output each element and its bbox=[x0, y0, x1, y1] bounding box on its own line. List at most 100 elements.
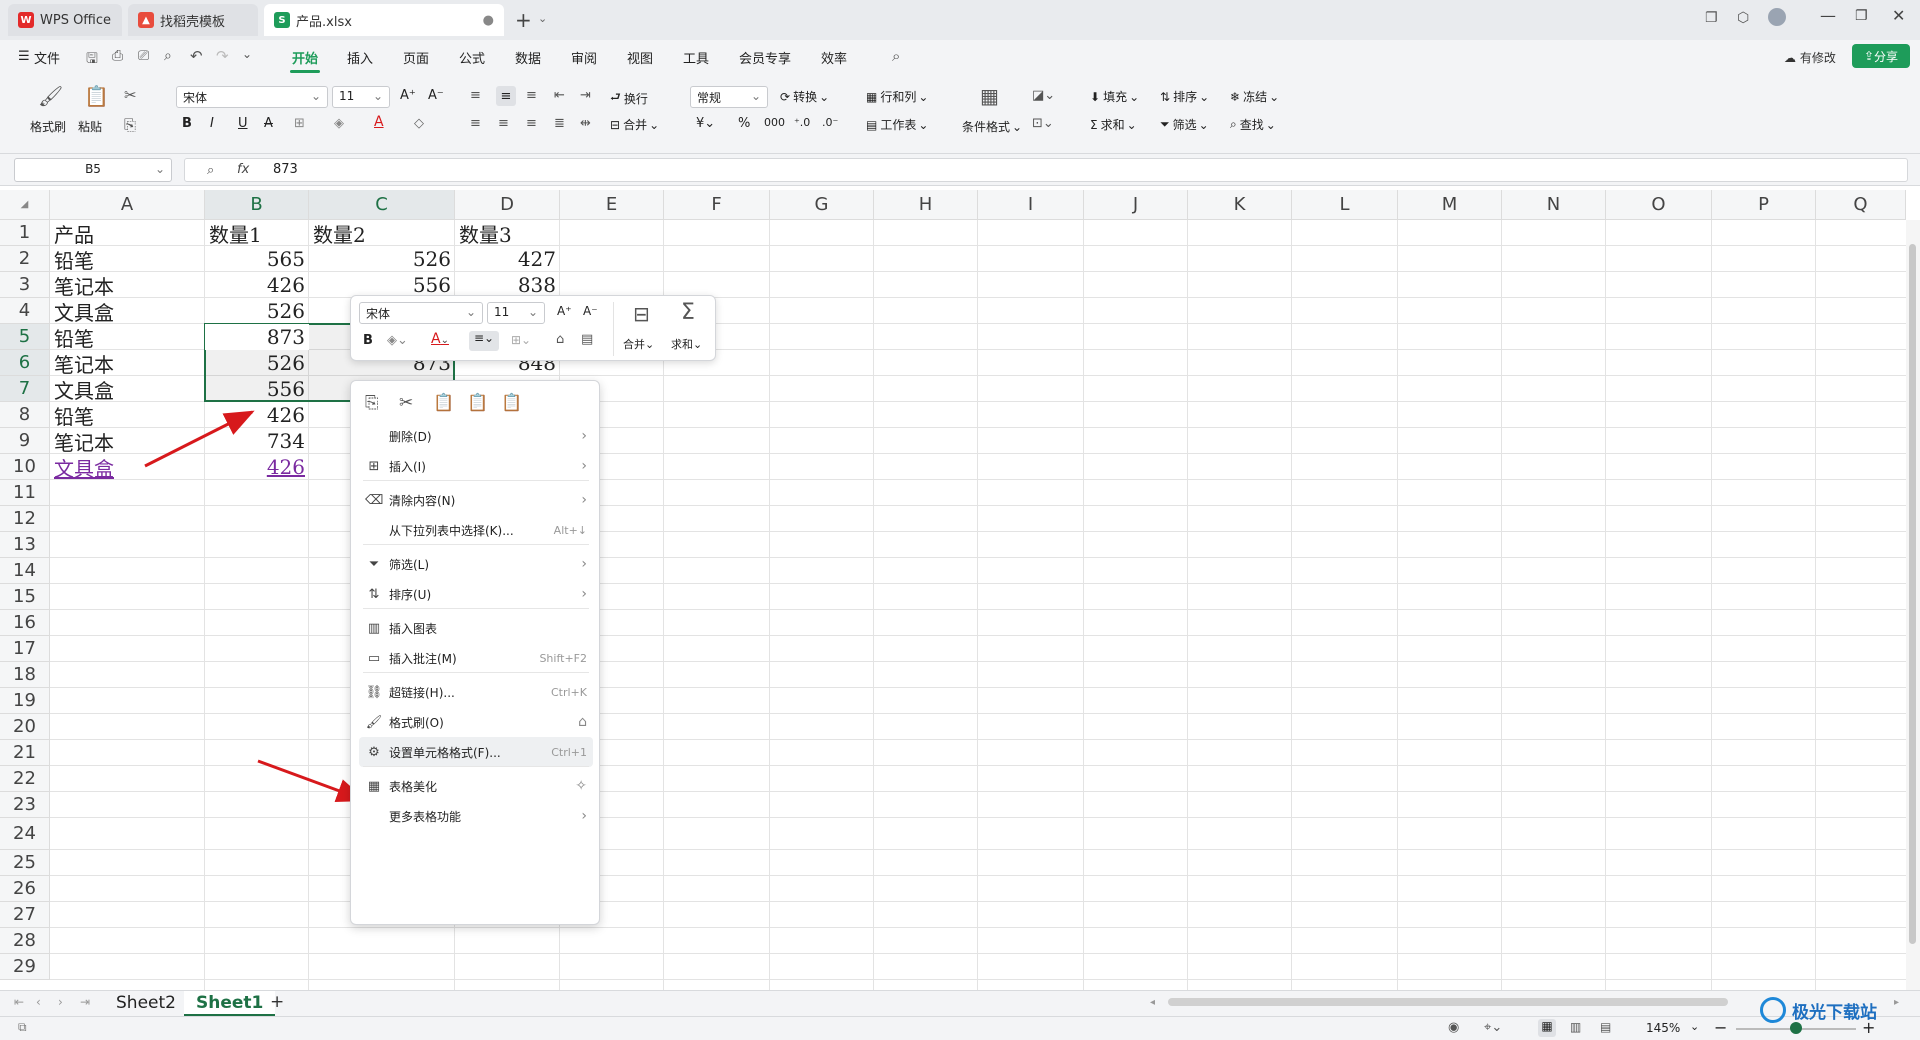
context-menu-label: 超链接(H)... bbox=[389, 685, 455, 700]
context-menu-item[interactable]: ⚙ 设置单元格格式(F)... Ctrl+1 bbox=[359, 737, 593, 767]
ctx-paste-special-icon[interactable]: 📋 bbox=[501, 393, 522, 413]
context-menu-item[interactable]: ⌫ 清除内容(N) › bbox=[359, 485, 593, 515]
mini-wrap-icon[interactable]: ▤ bbox=[581, 332, 593, 347]
context-menu: ⎘ ✂ 📋 📋 📋 删除(D) › ⊞ 插入(I) › ⌫ 清除内容(N) › 从下拉列表中选择… bbox=[350, 380, 600, 925]
ctx-paste-values-icon[interactable]: 📋 bbox=[467, 393, 488, 413]
filter-icon: ⏷ bbox=[368, 556, 380, 572]
mini-increase-font-icon[interactable]: A⁺ bbox=[557, 304, 572, 318]
context-menu-item[interactable]: 删除(D) › bbox=[359, 421, 593, 451]
add-sheet-icon[interactable]: + bbox=[270, 992, 284, 1012]
context-menu-label: 插入(I) bbox=[389, 459, 426, 474]
menu-separator bbox=[363, 480, 589, 481]
mini-decrease-font-icon[interactable]: A⁻ bbox=[583, 304, 598, 318]
chevron-right-icon: › bbox=[581, 808, 587, 824]
mini-border-icon[interactable]: ⊞⌄ bbox=[511, 333, 531, 347]
eye-protect-icon[interactable]: ◉ bbox=[1448, 1020, 1459, 1035]
first-sheet-icon[interactable]: ⇤ bbox=[14, 995, 24, 1009]
ctx-copy-icon[interactable]: ⎘ bbox=[365, 393, 379, 413]
context-menu-item[interactable]: 更多表格功能 › bbox=[359, 801, 593, 831]
sheet-tab-sheet1[interactable]: Sheet1 bbox=[184, 991, 276, 1016]
context-menu-item[interactable]: 🖌 格式刷(O) ⌂ bbox=[359, 707, 593, 737]
mini-font-value: 宋体 bbox=[366, 307, 391, 321]
context-menu-item[interactable]: ⏷ 筛选(L) › bbox=[359, 549, 593, 579]
watermark-logo: 极光下载站 bbox=[1760, 988, 1920, 1032]
menu-separator bbox=[363, 766, 589, 767]
zoom-out-icon[interactable]: − bbox=[1714, 1018, 1727, 1037]
mini-merge-label: 合并 bbox=[623, 338, 645, 351]
sheet-tab-sheet2[interactable]: Sheet2 bbox=[108, 993, 184, 1015]
mini-size-select[interactable]: 11 ⌄ bbox=[487, 302, 545, 324]
mini-align-icon[interactable]: ≡⌄ bbox=[469, 331, 499, 351]
context-menu-item[interactable]: ▦ 表格美化 ✧ bbox=[359, 771, 593, 801]
format-cells-icon: ⚙ bbox=[368, 744, 380, 760]
sort-icon: ⇅ bbox=[368, 586, 380, 602]
annotation-arrows bbox=[144, 410, 367, 802]
chevron-right-icon: › bbox=[581, 586, 587, 602]
mini-merge-button[interactable]: 合并⌄ bbox=[623, 336, 654, 352]
mini-sum-label: 求和 bbox=[671, 338, 693, 351]
chevron-down-icon: ⌄ bbox=[465, 305, 476, 319]
context-menu-label: 插入图表 bbox=[389, 621, 438, 636]
scroll-left-icon[interactable]: ◂ bbox=[1150, 997, 1155, 1008]
mini-sum-button[interactable]: 求和⌄ bbox=[671, 336, 702, 352]
context-menu-item[interactable]: ⛓ 超链接(H)... Ctrl+K bbox=[359, 677, 593, 707]
page-break-icon[interactable]: ▤ bbox=[1600, 1020, 1611, 1034]
chevron-right-icon: › bbox=[581, 492, 587, 508]
shortcut-hint: Shift+F2 bbox=[539, 651, 587, 665]
status-bar: ⧉ ◉ ⌖⌄ ▦ ▥ ▤ 145% ⌄ − + bbox=[0, 1016, 1920, 1040]
menu-separator bbox=[363, 544, 589, 545]
macro-icon[interactable]: ⧉ bbox=[18, 1020, 27, 1035]
context-menu-item[interactable]: ⊞ 插入(I) › bbox=[359, 451, 593, 481]
pin-painter-icon[interactable]: ⌂ bbox=[578, 714, 587, 730]
arrow-to-cell bbox=[144, 410, 255, 468]
context-menu-item[interactable]: ▭ 插入批注(M) Shift+F2 bbox=[359, 643, 593, 673]
chart-icon: ▥ bbox=[367, 620, 381, 636]
sheet-bar: ⇤ ‹ › ⇥ Sheet2 Sheet1 + ◂ ▸ bbox=[0, 990, 1920, 1016]
ctx-paste-icon[interactable]: 📋 bbox=[433, 393, 454, 413]
context-menu-label: 清除内容(N) bbox=[389, 493, 456, 508]
mini-size-value: 11 bbox=[494, 305, 510, 319]
mini-merge-icon[interactable]: ⊟ bbox=[633, 302, 650, 326]
context-menu-label: 格式刷(O) bbox=[389, 715, 444, 730]
zoom-level[interactable]: 145% bbox=[1646, 1021, 1680, 1035]
shortcut-hint: Ctrl+1 bbox=[551, 745, 587, 759]
watermark-icon bbox=[1760, 997, 1786, 1023]
comment-icon: ▭ bbox=[367, 650, 381, 666]
context-menu-label: 插入批注(M) bbox=[389, 651, 457, 666]
context-menu-item[interactable]: ▥ 插入图表 bbox=[359, 613, 593, 643]
mini-font-select[interactable]: 宋体 ⌄ bbox=[359, 302, 483, 324]
mini-fill-color-icon[interactable]: ◈⌄ bbox=[387, 333, 408, 348]
mini-font-color-icon[interactable]: A⌄ bbox=[431, 331, 449, 347]
chevron-right-icon: › bbox=[581, 428, 587, 444]
context-menu-label: 设置单元格格式(F)... bbox=[389, 745, 501, 760]
mini-toolbar: 宋体 ⌄ 11 ⌄ A⁺ A⁻ B ◈⌄ A⌄ ≡⌄ ⊞⌄ ⌂ ▤ ⊟ 合并⌄ Σ … bbox=[350, 295, 716, 361]
eraser-icon: ⌫ bbox=[365, 492, 384, 508]
link-icon: ⛓ bbox=[365, 684, 383, 700]
mini-painter-icon[interactable]: ⌂ bbox=[556, 332, 564, 347]
horizontal-scroll-thumb[interactable] bbox=[1168, 998, 1728, 1006]
magic-icon[interactable]: ✧ bbox=[575, 778, 587, 794]
table-style-icon: ▦ bbox=[367, 778, 381, 794]
context-menu-item[interactable]: ⇅ 排序(U) › bbox=[359, 579, 593, 609]
watermark-text: 极光下载站 bbox=[1792, 1002, 1877, 1023]
mini-sum-icon[interactable]: Σ bbox=[681, 300, 695, 325]
shortcut-hint: Alt+↓ bbox=[553, 523, 587, 537]
menu-separator bbox=[363, 608, 589, 609]
next-sheet-icon[interactable]: › bbox=[58, 995, 63, 1009]
context-menu-item[interactable]: 从下拉列表中选择(K)... Alt+↓ bbox=[359, 515, 593, 545]
page-layout-icon[interactable]: ▥ bbox=[1570, 1020, 1581, 1034]
ctx-cut-icon[interactable]: ✂ bbox=[399, 393, 413, 413]
context-menu-label: 排序(U) bbox=[389, 587, 432, 602]
mini-bold-icon[interactable]: B bbox=[363, 333, 373, 348]
mini-divider bbox=[613, 302, 614, 356]
prev-sheet-icon[interactable]: ‹ bbox=[36, 995, 41, 1009]
zoom-chevron-icon[interactable]: ⌄ bbox=[1690, 1020, 1699, 1033]
context-menu-label: 更多表格功能 bbox=[389, 809, 462, 824]
shortcut-hint: Ctrl+K bbox=[550, 685, 587, 699]
context-menu-label: 表格美化 bbox=[389, 779, 438, 794]
context-menu-label: 删除(D) bbox=[389, 429, 432, 444]
normal-view-icon[interactable]: ▦ bbox=[1538, 1019, 1556, 1037]
last-sheet-icon[interactable]: ⇥ bbox=[80, 995, 90, 1009]
chevron-right-icon: › bbox=[581, 458, 587, 474]
page-settings-icon[interactable]: ⌖⌄ bbox=[1484, 1020, 1502, 1035]
